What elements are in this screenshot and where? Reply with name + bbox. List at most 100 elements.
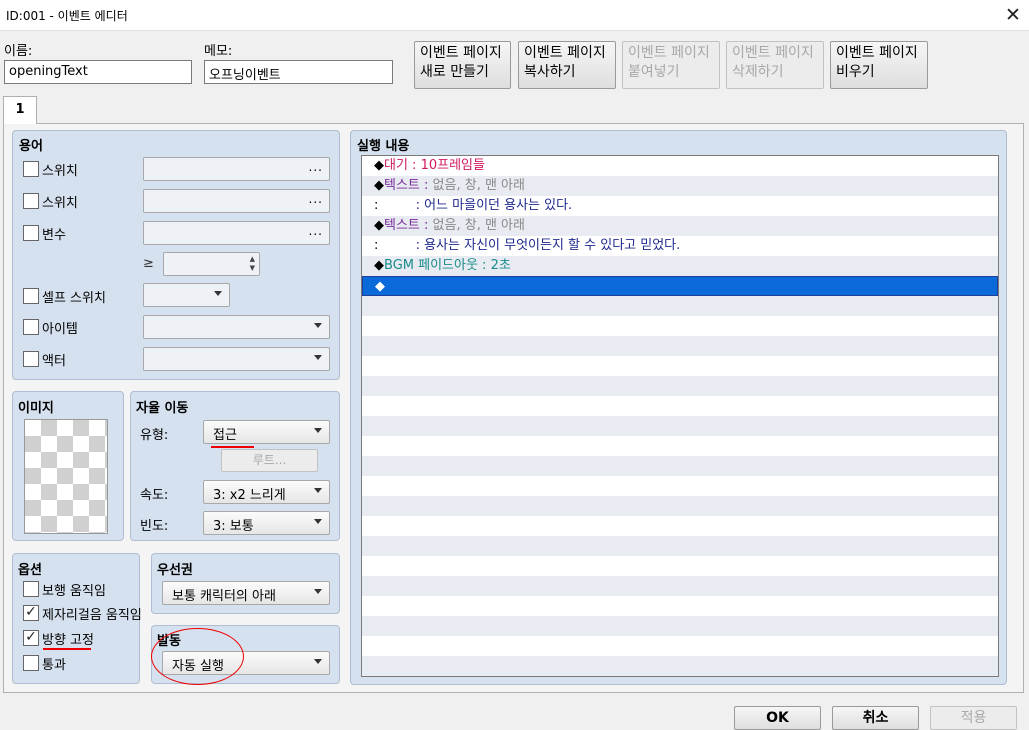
command-list[interactable]: ◆대기 : 10프레임들 ◆텍스트 : 없음, 창, 맨 아래 : : 어느 마… <box>361 155 999 677</box>
frequency-select[interactable]: 3: 보통 <box>203 511 330 535</box>
speed-select[interactable]: 3: x2 느리게 <box>203 480 330 504</box>
switch2-label: 스위치 <box>42 196 78 211</box>
movement-type-value: 접근 <box>213 428 237 443</box>
list-item[interactable]: ◆대기 : 10프레임들 <box>362 156 998 176</box>
chevron-down-icon <box>314 323 322 328</box>
item-checkbox[interactable] <box>23 319 39 335</box>
new-page-button-line1: 이벤트 페이지 <box>420 45 502 61</box>
walking-label: 보행 움직임 <box>42 584 106 599</box>
variable-value-spinner[interactable]: ▲ ▼ <box>163 252 260 276</box>
delete-page-button[interactable]: 이벤트 페이지 삭제하기 <box>726 41 824 89</box>
stepping-label: 제자리걸음 움직임 <box>42 608 142 623</box>
chevron-down-icon <box>314 659 322 664</box>
row-sep: : <box>378 238 425 253</box>
switch1-checkbox[interactable] <box>23 161 39 177</box>
image-group: 이미지 <box>12 391 124 541</box>
walking-checkbox[interactable] <box>23 581 39 597</box>
name-input[interactable]: openingText <box>4 60 192 84</box>
paste-page-button[interactable]: 이벤트 페이지 붙여넣기 <box>622 41 720 89</box>
list-item[interactable]: ◆텍스트 : 없음, 창, 맨 아래 <box>362 216 998 236</box>
list-item[interactable]: : : 어느 마을이던 용사는 있다. <box>362 196 998 216</box>
list-item[interactable]: : : 용사는 자신이 무엇이든지 할 수 있다고 믿었다. <box>362 236 998 256</box>
frequency-label: 빈도: <box>140 519 169 534</box>
direction-fix-checkbox[interactable]: ✓ <box>23 630 39 646</box>
tab-page-1[interactable]: 1 <box>3 96 37 124</box>
switch2-checkbox[interactable] <box>23 193 39 209</box>
speed-value: 3: x2 느리게 <box>213 488 286 503</box>
switch1-browse[interactable]: ... <box>309 160 323 174</box>
self-switch-checkbox[interactable] <box>23 288 39 304</box>
row-sep: : <box>477 258 491 273</box>
paste-page-button-line1: 이벤트 페이지 <box>628 45 710 61</box>
paste-page-button-line2: 붙여넣기 <box>628 64 680 80</box>
actor-select[interactable] <box>143 347 330 371</box>
ge-symbol: ≥ <box>143 256 154 271</box>
speed-label: 속도: <box>140 488 169 503</box>
switch2-field[interactable]: ... <box>143 189 330 213</box>
variable-checkbox[interactable] <box>23 225 39 241</box>
row-body: 없음, 창, 맨 아래 <box>432 178 525 193</box>
new-page-button-line2: 새로 만들기 <box>420 64 489 80</box>
row-prefix: ◆ <box>374 178 384 193</box>
priority-value: 보통 캐릭터의 아래 <box>172 589 276 604</box>
switch2-browse[interactable]: ... <box>309 192 323 206</box>
actor-label: 액터 <box>42 354 66 369</box>
actor-checkbox[interactable] <box>23 351 39 367</box>
options-group: 옵션 보행 움직임 ✓ 제자리걸음 움직임 ✓ 방향 고정 통과 <box>12 553 142 684</box>
delete-page-button-line2: 삭제하기 <box>732 64 784 80</box>
copy-page-button[interactable]: 이벤트 페이지 복사하기 <box>518 41 616 89</box>
image-preview[interactable] <box>24 419 108 534</box>
row-prefix: ◆ <box>374 258 384 273</box>
ok-button[interactable]: OK <box>734 706 821 730</box>
priority-title: 우선권 <box>157 563 193 578</box>
row-sep: : <box>419 218 433 233</box>
route-button[interactable]: 루트... <box>221 449 318 472</box>
list-item-selected[interactable]: ◆ <box>362 276 998 296</box>
row-command: 텍스트 <box>384 178 420 193</box>
list-item[interactable]: ◆텍스트 : 없음, 창, 맨 아래 <box>362 176 998 196</box>
self-switch-label: 셀프 스위치 <box>42 291 106 306</box>
variable-browse[interactable]: ... <box>309 224 323 238</box>
self-switch-select[interactable] <box>143 283 230 307</box>
row-body: 용사는 자신이 무엇이든지 할 수 있다고 믿었다. <box>424 238 681 253</box>
through-checkbox[interactable] <box>23 655 39 671</box>
item-label: 아이템 <box>42 322 78 337</box>
row-body: 없음, 창, 맨 아래 <box>432 218 525 233</box>
priority-select[interactable]: 보통 캐릭터의 아래 <box>162 581 330 605</box>
annotation-underline <box>43 648 91 650</box>
new-page-button[interactable]: 이벤트 페이지 새로 만들기 <box>414 41 511 89</box>
stepping-checkbox[interactable]: ✓ <box>23 605 39 621</box>
variable-label: 변수 <box>42 228 66 243</box>
list-item[interactable]: ◆BGM 페이드아웃 : 2초 <box>362 256 998 276</box>
close-icon[interactable]: ✕ <box>1001 2 1025 28</box>
row-body: 2초 <box>490 258 511 273</box>
memo-input[interactable]: 오프닝이벤트 <box>204 60 393 84</box>
row-command: BGM 페이드아웃 <box>384 258 478 273</box>
row-command: 대기 <box>384 158 408 173</box>
apply-button[interactable]: 적용 <box>930 706 1017 730</box>
cancel-button[interactable]: 취소 <box>832 706 919 730</box>
frequency-value: 3: 보통 <box>213 519 254 534</box>
variable-field[interactable]: ... <box>143 221 330 245</box>
row-prefix: ◆ <box>374 218 384 233</box>
copy-page-button-line2: 복사하기 <box>524 64 576 80</box>
image-title: 이미지 <box>18 401 54 416</box>
memo-label: 메모: <box>204 44 233 59</box>
clear-page-button-line1: 이벤트 페이지 <box>836 45 918 61</box>
chevron-down-icon <box>314 428 322 433</box>
spinner-arrows-icon[interactable]: ▲ ▼ <box>250 255 255 273</box>
clear-page-button-line2: 비우기 <box>836 64 875 80</box>
name-label: 이름: <box>4 44 33 59</box>
clear-page-button[interactable]: 이벤트 페이지 비우기 <box>830 41 928 89</box>
autonomous-movement-group: 자율 이동 유형: 접근 루트... 속도: 3: x2 느리게 빈도: 3: … <box>130 391 340 541</box>
delete-page-button-line1: 이벤트 페이지 <box>732 45 814 61</box>
chevron-down-icon <box>314 519 322 524</box>
switch1-field[interactable]: ... <box>143 157 330 181</box>
contents-title: 실행 내용 <box>357 139 410 154</box>
item-select[interactable] <box>143 315 330 339</box>
row-body: 10프레임들 <box>420 158 485 173</box>
annotation-circle <box>151 628 244 685</box>
movement-type-select[interactable]: 접근 <box>203 420 330 444</box>
annotation-underline <box>211 446 254 448</box>
through-label: 통과 <box>42 658 66 673</box>
